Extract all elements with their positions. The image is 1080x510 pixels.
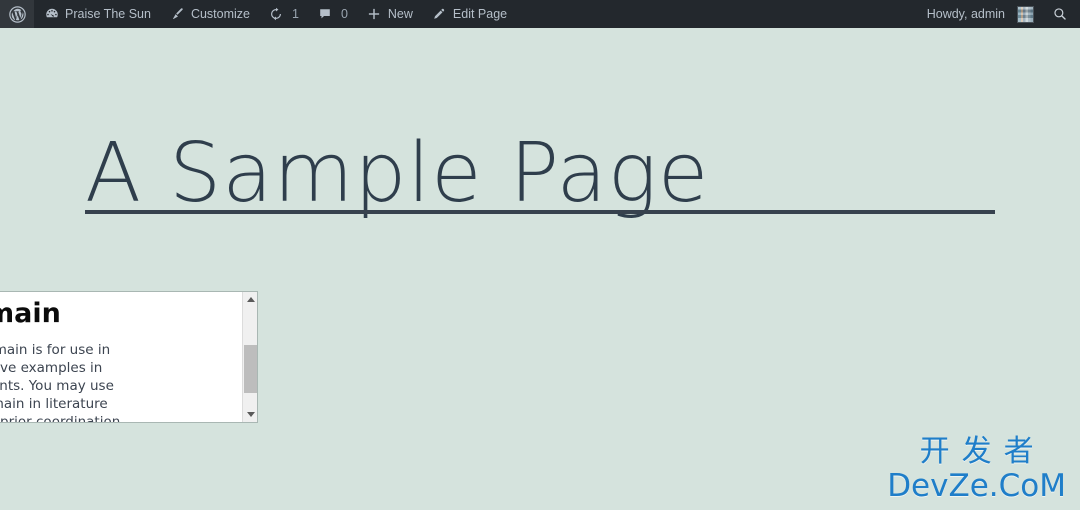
admin-bar-comments-count: 0	[340, 6, 348, 21]
admin-bar-customize-label: Customize	[190, 6, 250, 21]
admin-bar-item-wp-logo[interactable]	[0, 0, 34, 28]
embedded-heading: Domain	[0, 298, 61, 329]
admin-bar-item-new-content[interactable]: New	[357, 0, 422, 28]
admin-bar-updates-count: 1	[291, 6, 299, 21]
scrollbar-thumb[interactable]	[244, 345, 257, 393]
admin-bar-item-comments[interactable]: 0	[308, 0, 357, 28]
admin-bar-item-my-account[interactable]: Howdy, admin	[918, 0, 1043, 28]
howdy-label: Howdy, admin	[926, 6, 1005, 21]
comment-bubble-icon	[317, 6, 334, 23]
admin-bar-item-customize[interactable]: Customize	[160, 0, 259, 28]
admin-bar-site-name-label: Praise The Sun	[65, 6, 151, 21]
avatar	[1017, 5, 1034, 23]
embedded-scrollbar[interactable]	[242, 292, 257, 422]
page-content: A Sample Page Domain This domain is for …	[0, 28, 1080, 510]
title-divider	[85, 210, 995, 214]
search-icon	[1051, 6, 1068, 23]
admin-bar-item-updates[interactable]: 1	[259, 0, 308, 28]
admin-bar-new-label: New	[387, 6, 413, 21]
admin-bar-item-edit-page[interactable]: Edit Page	[422, 0, 516, 28]
wp-admin-bar: Praise The Sun Customize 1 0 New Edit Pa…	[0, 0, 1080, 28]
admin-bar-item-site-name[interactable]: Praise The Sun	[34, 0, 160, 28]
scroll-up-arrow-icon[interactable]	[243, 292, 257, 307]
watermark-site-name: DevZe.CoM	[887, 468, 1066, 504]
watermark-chinese-text: 开发者	[919, 434, 1046, 469]
pencil-icon	[431, 6, 448, 23]
plus-icon	[366, 6, 383, 23]
watermark: 开发者 DevZe.CoM	[887, 437, 1066, 502]
wordpress-logo-icon	[9, 5, 26, 23]
admin-bar-item-search[interactable]	[1043, 0, 1080, 28]
paintbrush-icon	[169, 6, 186, 23]
admin-bar-right-group: Howdy, admin	[918, 0, 1080, 28]
update-arrows-icon	[268, 6, 285, 23]
embedded-iframe[interactable]: Domain This domain is for use in illustr…	[0, 291, 258, 423]
page-title: A Sample Page	[85, 125, 710, 221]
scroll-down-arrow-icon[interactable]	[243, 407, 257, 422]
dashboard-icon	[43, 6, 60, 23]
admin-bar-left-group: Praise The Sun Customize 1 0 New Edit Pa…	[0, 0, 516, 28]
admin-bar-edit-page-label: Edit Page	[452, 6, 508, 21]
embedded-page-body: Domain This domain is for use in illustr…	[0, 292, 243, 423]
embedded-paragraph: This domain is for use in illustrative e…	[0, 342, 121, 423]
